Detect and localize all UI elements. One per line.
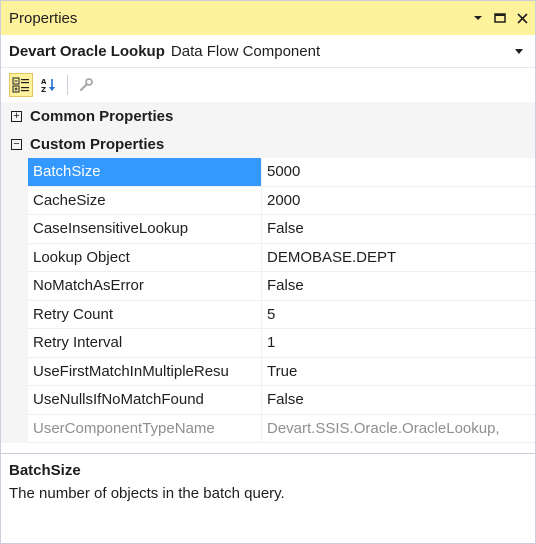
row-gutter	[1, 357, 28, 386]
alphabetical-icon: A Z	[41, 78, 55, 93]
chevron-down-icon	[515, 49, 523, 54]
chevron-down-icon	[474, 16, 482, 20]
description-title: BatchSize	[9, 462, 81, 479]
row-gutter	[1, 300, 28, 329]
row-gutter	[1, 272, 28, 301]
row-gutter	[1, 158, 28, 187]
expand-icon[interactable]: +	[11, 110, 22, 122]
maximize-button[interactable]	[491, 9, 509, 27]
toolbar-separator	[67, 75, 68, 95]
property-row-retry-count[interactable]: Retry Count 5	[1, 300, 535, 329]
property-value[interactable]: 2000	[262, 187, 535, 215]
property-name[interactable]: Retry Interval	[28, 329, 262, 358]
title-bar[interactable]: Properties	[1, 1, 535, 35]
property-name[interactable]: CacheSize	[28, 186, 262, 215]
row-gutter	[1, 329, 28, 358]
property-pages-button[interactable]	[74, 73, 98, 97]
property-name[interactable]: UseFirstMatchInMultipleResu	[28, 357, 262, 386]
property-value[interactable]: 5	[262, 301, 535, 329]
row-gutter	[1, 215, 28, 244]
row-gutter	[1, 243, 28, 272]
object-selector[interactable]: Devart Oracle Lookup Data Flow Component	[1, 35, 535, 68]
object-dropdown-button[interactable]	[509, 46, 529, 56]
window-title: Properties	[9, 9, 78, 27]
property-name[interactable]: UseNullsIfNoMatchFound	[28, 386, 262, 415]
property-value[interactable]: 5000	[262, 158, 535, 187]
property-value[interactable]: False	[262, 386, 535, 415]
close-icon	[516, 12, 528, 24]
property-row-usefirstmatch[interactable]: UseFirstMatchInMultipleResu True	[1, 357, 535, 386]
category-label: Custom Properties	[30, 135, 165, 153]
description-pane: BatchSize The number of objects in the b…	[1, 453, 535, 543]
collapse-icon[interactable]: −	[11, 138, 22, 150]
maximize-icon	[494, 13, 506, 23]
property-name[interactable]: BatchSize	[28, 158, 262, 187]
category-common-properties[interactable]: + Common Properties	[1, 102, 535, 130]
property-value[interactable]: False	[262, 272, 535, 301]
row-gutter	[1, 186, 28, 215]
property-row-lookup-object[interactable]: Lookup Object DEMOBASE.DEPT	[1, 243, 535, 272]
property-name[interactable]: UserComponentTypeName	[28, 414, 262, 443]
property-value[interactable]: False	[262, 215, 535, 244]
alphabetical-button[interactable]: A Z	[37, 73, 61, 97]
property-value[interactable]: Devart.SSIS.Oracle.OracleLookup,	[262, 415, 535, 443]
property-value[interactable]: 1	[262, 329, 535, 358]
property-row-usercomponenttypename[interactable]: UserComponentTypeName Devart.SSIS.Oracle…	[1, 414, 535, 443]
property-row-retry-interval[interactable]: Retry Interval 1	[1, 329, 535, 358]
svg-text:A: A	[41, 78, 47, 86]
property-row-usenullsifnomatchfound[interactable]: UseNullsIfNoMatchFound False	[1, 386, 535, 415]
object-name: Devart Oracle Lookup	[9, 42, 165, 60]
category-custom-properties[interactable]: − Custom Properties	[1, 130, 535, 158]
object-type: Data Flow Component	[170, 42, 321, 60]
category-label: Common Properties	[30, 107, 174, 125]
categorized-icon	[12, 77, 29, 93]
row-gutter	[1, 386, 28, 415]
property-name[interactable]: NoMatchAsError	[28, 272, 262, 301]
close-button[interactable]	[513, 9, 531, 27]
properties-toolbar: A Z	[1, 68, 535, 102]
window-position-dropdown[interactable]	[469, 9, 487, 27]
property-name[interactable]: Retry Count	[28, 300, 262, 329]
property-row-batchsize[interactable]: BatchSize 5000	[1, 158, 535, 187]
description-text: The number of objects in the batch query…	[9, 485, 285, 502]
property-name[interactable]: CaseInsensitiveLookup	[28, 215, 262, 244]
categorized-button[interactable]	[9, 73, 33, 97]
property-row-cachesize[interactable]: CacheSize 2000	[1, 186, 535, 215]
svg-text:Z: Z	[41, 86, 46, 93]
property-value[interactable]: DEMOBASE.DEPT	[262, 244, 535, 272]
property-row-caseinsensitivelookup[interactable]: CaseInsensitiveLookup False	[1, 215, 535, 244]
property-value[interactable]: True	[262, 358, 535, 386]
row-gutter	[1, 414, 28, 443]
property-name[interactable]: Lookup Object	[28, 243, 262, 272]
properties-window: Properties Devart Oracle Lookup Data Flo…	[0, 0, 536, 544]
wrench-icon	[79, 78, 93, 92]
property-grid: + Common Properties − Custom Properties …	[1, 102, 535, 443]
property-row-nomatchaserror[interactable]: NoMatchAsError False	[1, 272, 535, 301]
